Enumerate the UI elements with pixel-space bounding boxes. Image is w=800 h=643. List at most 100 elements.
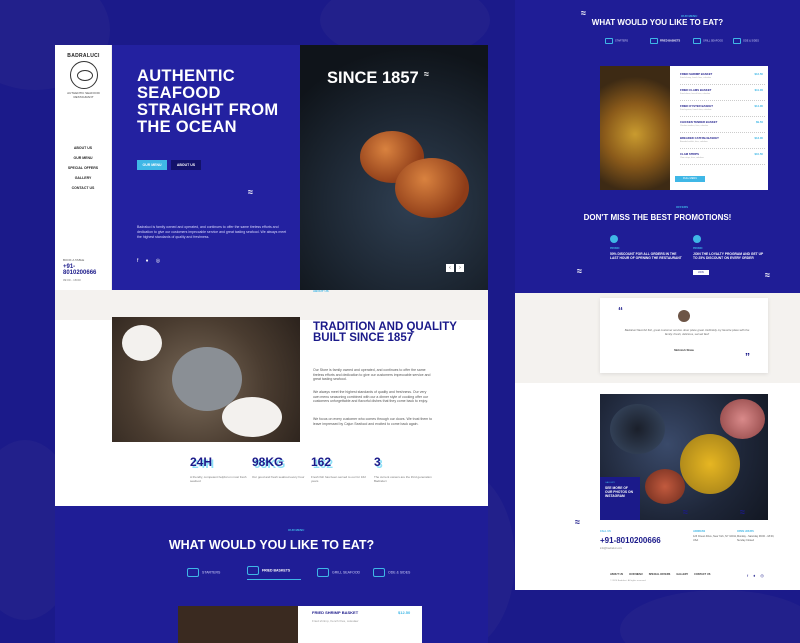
dish-image	[645, 469, 685, 504]
grill-icon	[317, 568, 329, 577]
about-paragraph: We always meet the highest standards of …	[313, 390, 429, 403]
tab-label: ODE & SIDES	[388, 570, 411, 575]
hero-crab-photo: SINCE 1857 ≈ ‹ ›	[300, 45, 488, 290]
menu-item[interactable]: BREADED CATFISH BASKET $13.00 Breaded catf…	[680, 136, 765, 149]
full-menu-button[interactable]: FULL MENU	[675, 176, 705, 182]
menu-item-desc: Chicken tenders, fries, coleslaw	[680, 125, 709, 127]
paella-photo	[600, 66, 670, 190]
footer-email[interactable]: info@badraluci.com	[600, 547, 790, 550]
hero-slider-arrows: ‹ ›	[444, 256, 464, 274]
hero-section: AUTHENTIC SEAFOOD STRAIGHT FROM THE OCEA…	[112, 45, 300, 290]
footer-link-about[interactable]: ABOUT US	[610, 573, 623, 576]
footer-link-menu[interactable]: OUR MENU	[629, 573, 643, 576]
tab-odes-sides[interactable]: ODE & SIDES	[733, 38, 759, 44]
stat-text: The current owners are the third generat…	[374, 475, 432, 483]
stat-text: A friendly, competent helpful on most fr…	[190, 475, 247, 483]
loyalty-icon	[693, 235, 701, 243]
tab-grill-seafood[interactable]: GRILL SEAFOOD	[693, 38, 723, 44]
about-paragraph: We focus on every customer who comes thr…	[313, 417, 433, 426]
homepage-preview-right: OUR MENU WHAT WOULD YOU LIKE TO EAT? ≈ S…	[515, 0, 800, 590]
tab-label: STARTERS	[615, 39, 629, 43]
plate-image	[222, 397, 282, 437]
testimonial-card: “ Badraluci flavorful fish, great custom…	[600, 298, 768, 373]
footer-link-offers[interactable]: SPECIAL OFFERS	[649, 573, 671, 576]
menu-item-name: FRIED OYSTER BASKET	[680, 104, 713, 108]
about-band	[55, 290, 488, 320]
join-button[interactable]: JOIN	[693, 270, 709, 276]
fried-baskets-icon	[650, 38, 658, 44]
wave-icon: ≈	[248, 187, 253, 197]
starters-icon	[187, 568, 199, 577]
nav-link-about[interactable]: ABOUT US	[63, 146, 103, 150]
wave-icon: ≈	[765, 270, 770, 280]
menu-item[interactable]: FRIED SHRIMP BASKET $12.50 Fried shrimp, f…	[680, 72, 765, 85]
menu-item-desc: Fried shrimp, french fries, coleslaw	[312, 619, 359, 623]
wave-icon: ≈	[581, 8, 586, 18]
tab-odes-sides[interactable]: ODE & SIDES	[373, 568, 428, 577]
tab-grill-seafood[interactable]: GRILL SEAFOOD	[317, 568, 372, 577]
footer-link-contact[interactable]: CONTACT US	[694, 573, 710, 576]
next-arrow-icon[interactable]: ›	[456, 264, 464, 272]
footer-link-gallery[interactable]: GALLERY	[676, 573, 688, 576]
menu-item[interactable]: FRIED CLAMS BASKET $11.00 Fried clams, fre…	[680, 88, 765, 101]
brand-name: BADRALUCI	[67, 53, 100, 59]
tab-starters[interactable]: STARTERS	[187, 568, 242, 577]
tab-starters[interactable]: STARTERS	[605, 38, 628, 44]
instagram-promo[interactable]: GALLERY SEE MORE OF OUR PHOTOS ON INSTAG…	[600, 477, 640, 520]
about-title: TRADITION AND QUALITY BUILT SINCE 1857	[313, 321, 457, 344]
menu-item-price: $10.50	[754, 152, 763, 156]
hero-title: AUTHENTIC SEAFOOD STRAIGHT FROM THE OCEA…	[137, 67, 279, 136]
brand-tagline: AUTHENTIC SEAFOOD RESTAURANT	[67, 91, 100, 99]
dish-image	[720, 399, 765, 439]
hours-text: Monday - Saturday 09:00 - 18:00, Sunday …	[737, 535, 775, 542]
stat-text: Fresh fish has been served to our for 16…	[311, 475, 366, 483]
about-us-button[interactable]: ABOUT US	[171, 160, 201, 170]
address-text: 123 Ocean Drive, New York, NY 10011, USA	[693, 535, 737, 542]
promo-item: PROMO JOIN THE LOYALTY PROGRAM AND GET U…	[693, 235, 768, 278]
copyright: © 2020 Badraluci. All rights reserved.	[610, 580, 647, 582]
address-label: ADDRESS	[693, 530, 706, 533]
menu-card: FRIED SHRIMP BASKET $12.50 Fried shrimp,…	[178, 606, 422, 643]
menu-item-name: BREADED CATFISH BASKET	[680, 136, 719, 140]
wave-icon: ≈	[577, 266, 582, 276]
tab-fried-baskets[interactable]: FRIED BASKETS	[650, 38, 680, 44]
menu-item-desc: Fried clams, french fries, coleslaw	[680, 93, 711, 95]
about-paragraph: Our Store is family owned and operated, …	[313, 368, 431, 381]
menu-item-desc: Fried oysters, french fries, coleslaw	[680, 109, 712, 111]
testimonial-text: Badraluci flavorful fish, great customer…	[624, 328, 750, 336]
promo-text: JOIN THE LOYALTY PROGRAM AND GET UP TO 2…	[693, 252, 764, 261]
nav-link-menu[interactable]: OUR MENU	[63, 156, 103, 160]
menu-item[interactable]: FRIED OYSTER BASKET $14.00 Fried oysters, …	[680, 104, 765, 117]
menu-item-price: $13.00	[754, 136, 763, 140]
nav-link-contact[interactable]: CONTACT US	[63, 186, 103, 190]
nav-link-gallery[interactable]: GALLERY	[63, 176, 103, 180]
promo-item: PROMO 50% DISCOUNT FOR ALL ORDERS IN THE…	[610, 235, 685, 260]
menu-item-price: $12.50	[398, 610, 411, 615]
menu-item[interactable]: CHICKEN TENDER BASKET $9.50 Chicken tender…	[680, 120, 765, 133]
tab-label: FRIED BASKETS	[262, 568, 291, 573]
sidebar-phone[interactable]: +91-8010200666	[63, 264, 107, 276]
menu-item-price: $14.00	[754, 104, 763, 108]
social-icons[interactable]: f ♦ ◎	[137, 258, 163, 264]
footer-social-icons[interactable]: f ♦ ◎	[747, 573, 766, 578]
footer-address: ADDRESS 123 Ocean Drive, New York, NY 10…	[693, 530, 738, 542]
about-seafood-photo	[112, 317, 300, 442]
main-nav: ABOUT US OUR MENU SPECIAL OFFERS GALLERY…	[63, 146, 103, 196]
dish-image	[680, 434, 740, 494]
wave-icon: ≈	[683, 507, 688, 517]
menu-item-price: $9.50	[756, 120, 763, 124]
grill-icon	[693, 38, 701, 44]
sidebar: BADRALUCI AUTHENTIC SEAFOOD RESTAURANT A…	[55, 45, 112, 290]
brand-logo[interactable]: BADRALUCI AUTHENTIC SEAFOOD RESTAURANT	[65, 53, 102, 99]
tab-fried-baskets[interactable]: FRIED BASKETS	[247, 566, 301, 580]
menu-item[interactable]: CLAM STRIPS $10.50 Clam strips, fries, col…	[680, 152, 765, 165]
nav-link-offers[interactable]: SPECIAL OFFERS	[63, 166, 103, 170]
our-menu-button[interactable]: OUR MENU	[137, 160, 167, 170]
menu-item-desc: Clam strips, fries, coleslaw	[680, 157, 704, 159]
quote-close-icon: ”	[745, 352, 750, 363]
prev-arrow-icon[interactable]: ‹	[446, 264, 454, 272]
book-table-label: BOOK A TABLE	[63, 258, 85, 262]
stat-number: 3	[374, 455, 381, 469]
quote-open-icon: “	[618, 306, 623, 317]
menu-title: WHAT WOULD YOU LIKE TO EAT?	[591, 18, 724, 27]
